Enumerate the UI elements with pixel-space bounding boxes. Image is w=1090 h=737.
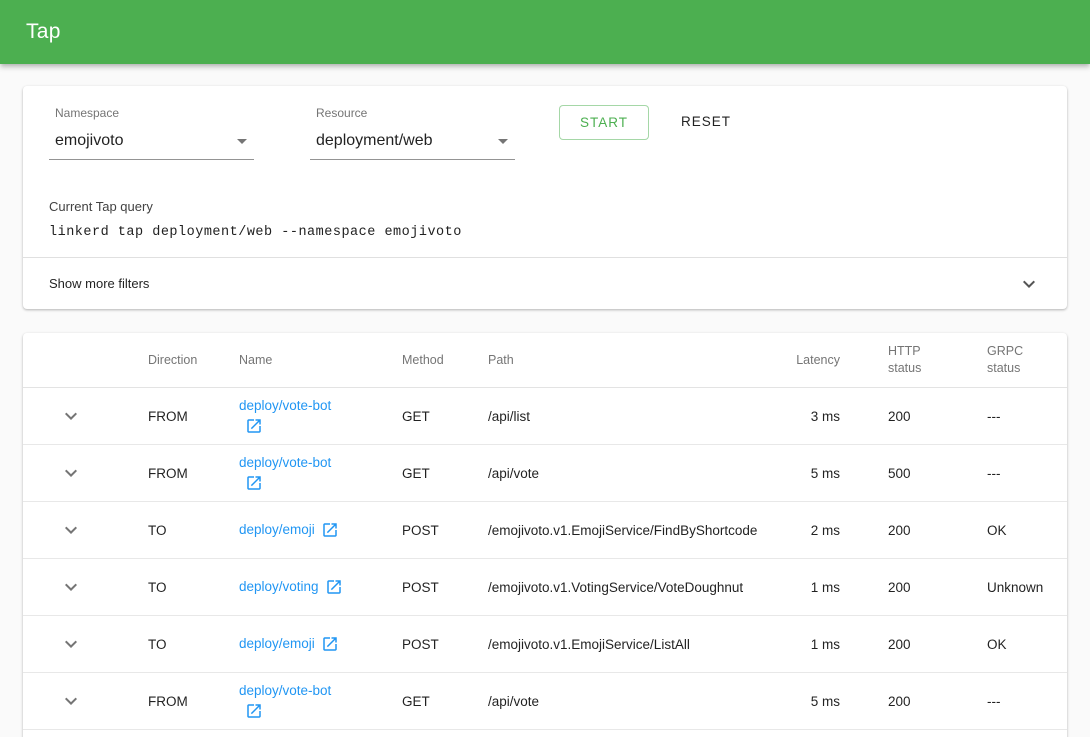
resource-link[interactable]: deploy/vote-bot <box>239 683 331 698</box>
open-in-new-icon[interactable] <box>245 702 263 720</box>
expand-row-chevron-icon[interactable] <box>59 689 83 713</box>
expand-row-chevron-icon[interactable] <box>59 461 83 485</box>
dropdown-arrow-icon[interactable] <box>491 129 515 153</box>
expand-row-chevron-icon[interactable] <box>59 575 83 599</box>
grpc-status-cell: --- <box>964 466 1067 481</box>
page-title: Tap <box>26 20 61 44</box>
table-row: FROM deploy/vote-bot GET /api/list 3 ms … <box>23 388 1067 445</box>
expand-row-chevron-icon[interactable] <box>59 632 83 656</box>
namespace-value: emojivoto <box>55 132 123 150</box>
name-cell: deploy/voting <box>216 577 379 597</box>
start-button[interactable]: START <box>559 105 649 140</box>
open-in-new-icon[interactable] <box>321 635 339 653</box>
open-in-new-icon[interactable] <box>321 521 339 539</box>
current-tap-query-value: linkerd tap deployment/web --namespace e… <box>49 225 1041 257</box>
name-cell: deploy/vote-bot <box>216 453 379 493</box>
name-cell: deploy/vote-bot <box>216 396 379 436</box>
method-cell: POST <box>379 637 465 652</box>
namespace-select[interactable]: Namespace emojivoto <box>49 106 254 160</box>
open-in-new-icon[interactable] <box>245 474 263 492</box>
latency-cell: 5 ms <box>749 694 865 709</box>
show-more-filters-toggle[interactable]: Show more filters <box>23 257 1067 309</box>
http-status-cell: 200 <box>865 637 964 652</box>
grpc-status-cell: Unknown <box>964 580 1067 595</box>
resource-value: deployment/web <box>316 132 433 150</box>
direction-cell: FROM <box>125 694 216 709</box>
method-cell: POST <box>379 523 465 538</box>
direction-cell: TO <box>125 580 216 595</box>
table-row: TO deploy/emoji POST /emojivoto.v1.Emoji… <box>23 502 1067 559</box>
table-row: TO deploy/emoji POST /emojivoto.v1.Emoji… <box>23 616 1067 673</box>
tap-results-card: Direction Name Method Path Latency HTTP … <box>23 333 1067 737</box>
tap-filter-card: Namespace emojivoto Resource deployment/… <box>23 86 1067 309</box>
name-column-header: Name <box>216 353 379 367</box>
http-status-column-header: HTTP status <box>865 343 964 377</box>
main-content: Namespace emojivoto Resource deployment/… <box>0 64 1090 737</box>
method-cell: GET <box>379 466 465 481</box>
chevron-down-icon[interactable] <box>1017 272 1041 296</box>
tap-form-row: Namespace emojivoto Resource deployment/… <box>49 106 1041 160</box>
resource-link[interactable]: deploy/emoji <box>239 522 315 537</box>
path-cell: /emojivoto.v1.EmojiService/FindByShortco… <box>465 523 749 538</box>
method-cell: POST <box>379 580 465 595</box>
expand-row-chevron-icon[interactable] <box>59 518 83 542</box>
grpc-status-cell: --- <box>964 409 1067 424</box>
method-column-header: Method <box>379 353 465 367</box>
path-cell: /api/vote <box>465 466 749 481</box>
method-cell: GET <box>379 409 465 424</box>
name-cell: deploy/emoji <box>216 520 379 540</box>
latency-column-header: Latency <box>749 353 865 367</box>
direction-cell: FROM <box>125 466 216 481</box>
table-row: FROM deploy/vote-bot GET /api/vote 5 ms … <box>23 673 1067 730</box>
name-cell: deploy/vote-bot <box>216 681 379 721</box>
table-row: FROM deploy/vote-bot GET /api/vote 5 ms … <box>23 445 1067 502</box>
latency-cell: 1 ms <box>749 637 865 652</box>
grpc-status-cell: --- <box>964 694 1067 709</box>
latency-cell: 5 ms <box>749 466 865 481</box>
path-cell: /emojivoto.v1.VotingService/VoteDoughnut <box>465 580 749 595</box>
show-more-filters-label: Show more filters <box>49 276 149 291</box>
grpc-status-column-header: GRPC status <box>964 343 1067 377</box>
direction-cell: TO <box>125 637 216 652</box>
table-header-row: Direction Name Method Path Latency HTTP … <box>23 333 1067 388</box>
resource-select[interactable]: Resource deployment/web <box>310 106 515 160</box>
latency-cell: 1 ms <box>749 580 865 595</box>
name-cell: deploy/emoji <box>216 634 379 654</box>
direction-cell: FROM <box>125 409 216 424</box>
dropdown-arrow-icon[interactable] <box>230 129 254 153</box>
namespace-label: Namespace <box>55 106 254 120</box>
table-row: TO deploy/voting POST /emojivoto.v1.Voti… <box>23 559 1067 616</box>
path-column-header: Path <box>465 353 749 367</box>
resource-link[interactable]: deploy/vote-bot <box>239 398 331 413</box>
http-status-cell: 200 <box>865 694 964 709</box>
direction-column-header: Direction <box>125 353 216 367</box>
table-body: FROM deploy/vote-bot GET /api/list 3 ms … <box>23 388 1067 730</box>
path-cell: /api/vote <box>465 694 749 709</box>
latency-cell: 3 ms <box>749 409 865 424</box>
current-tap-query-label: Current Tap query <box>49 199 1041 214</box>
reset-button[interactable]: RESET <box>673 105 739 138</box>
resource-link[interactable]: deploy/voting <box>239 579 319 594</box>
open-in-new-icon[interactable] <box>245 417 263 435</box>
resource-link[interactable]: deploy/vote-bot <box>239 455 331 470</box>
app-bar: Tap <box>0 0 1090 64</box>
grpc-status-cell: OK <box>964 637 1067 652</box>
path-cell: /emojivoto.v1.EmojiService/ListAll <box>465 637 749 652</box>
direction-cell: TO <box>125 523 216 538</box>
latency-cell: 2 ms <box>749 523 865 538</box>
path-cell: /api/list <box>465 409 749 424</box>
http-status-cell: 200 <box>865 580 964 595</box>
http-status-cell: 200 <box>865 409 964 424</box>
open-in-new-icon[interactable] <box>325 578 343 596</box>
expand-row-chevron-icon[interactable] <box>59 404 83 428</box>
http-status-cell: 200 <box>865 523 964 538</box>
http-status-cell: 500 <box>865 466 964 481</box>
resource-label: Resource <box>316 106 515 120</box>
resource-link[interactable]: deploy/emoji <box>239 636 315 651</box>
grpc-status-cell: OK <box>964 523 1067 538</box>
method-cell: GET <box>379 694 465 709</box>
